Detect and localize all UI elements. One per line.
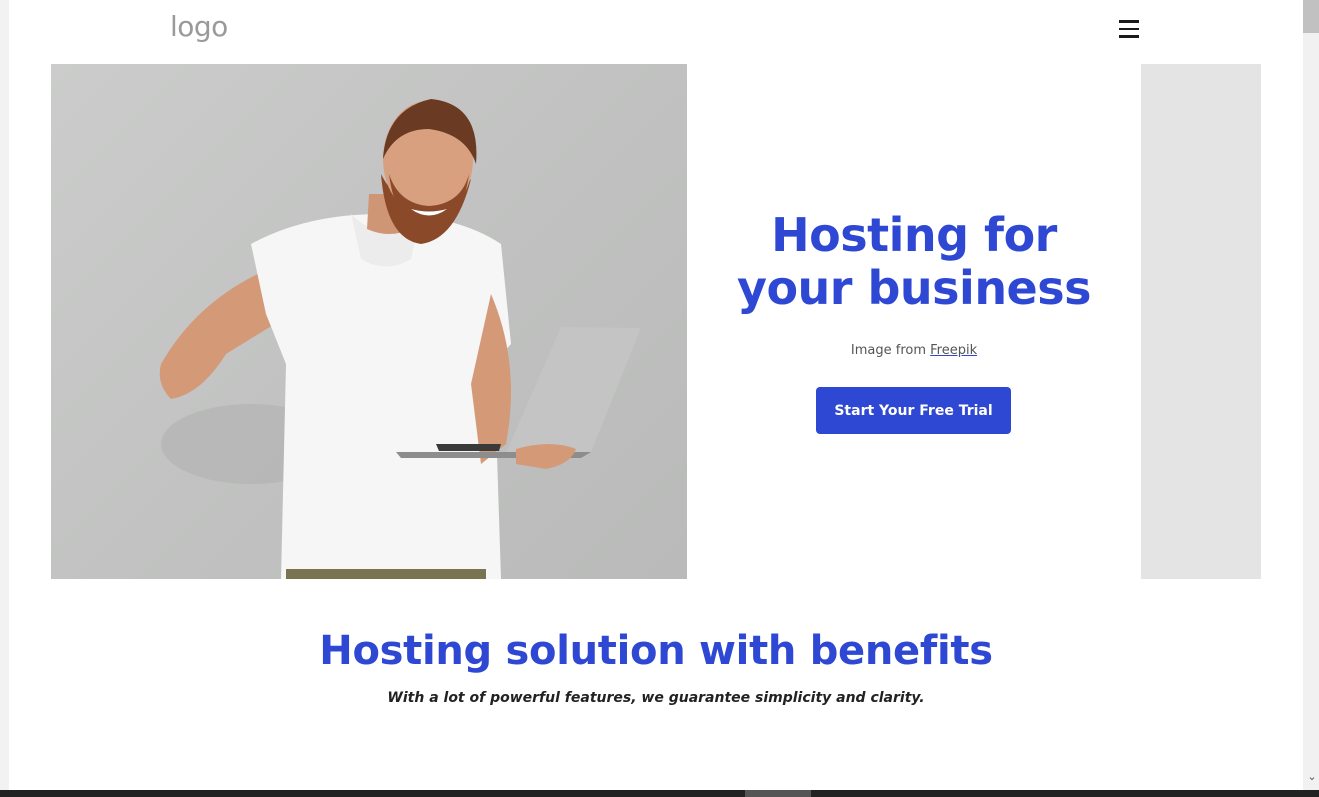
hero-image — [51, 64, 687, 579]
image-credit: Image from Freepik — [687, 343, 1141, 358]
freepik-link[interactable]: Freepik — [930, 343, 977, 358]
hero-title-line-2: your business — [736, 261, 1092, 315]
vertical-scrollbar-thumb[interactable] — [1303, 0, 1319, 33]
hero-text-block: Hosting for your business Image from Fre… — [687, 64, 1141, 579]
benefits-subtitle: With a lot of powerful features, we guar… — [387, 690, 925, 706]
image-credit-prefix: Image from — [850, 343, 931, 358]
side-panel — [1141, 64, 1261, 579]
benefits-title: Hosting solution with benefits — [319, 628, 993, 674]
hamburger-menu-icon[interactable] — [1119, 19, 1139, 39]
horizontal-scrollbar-thumb[interactable] — [745, 790, 811, 797]
hero-title-line-1: Hosting for — [771, 208, 1057, 262]
logo[interactable]: logo — [170, 10, 228, 43]
hero-title: Hosting for your business — [687, 209, 1141, 315]
scroll-down-arrow-icon[interactable]: ⌄ — [1305, 770, 1319, 784]
vertical-scrollbar[interactable] — [1303, 0, 1319, 790]
page: logo Hosting for your business Image fro… — [9, 0, 1303, 790]
start-free-trial-button[interactable]: Start Your Free Trial — [816, 387, 1011, 434]
horizontal-scrollbar[interactable] — [0, 790, 1319, 797]
